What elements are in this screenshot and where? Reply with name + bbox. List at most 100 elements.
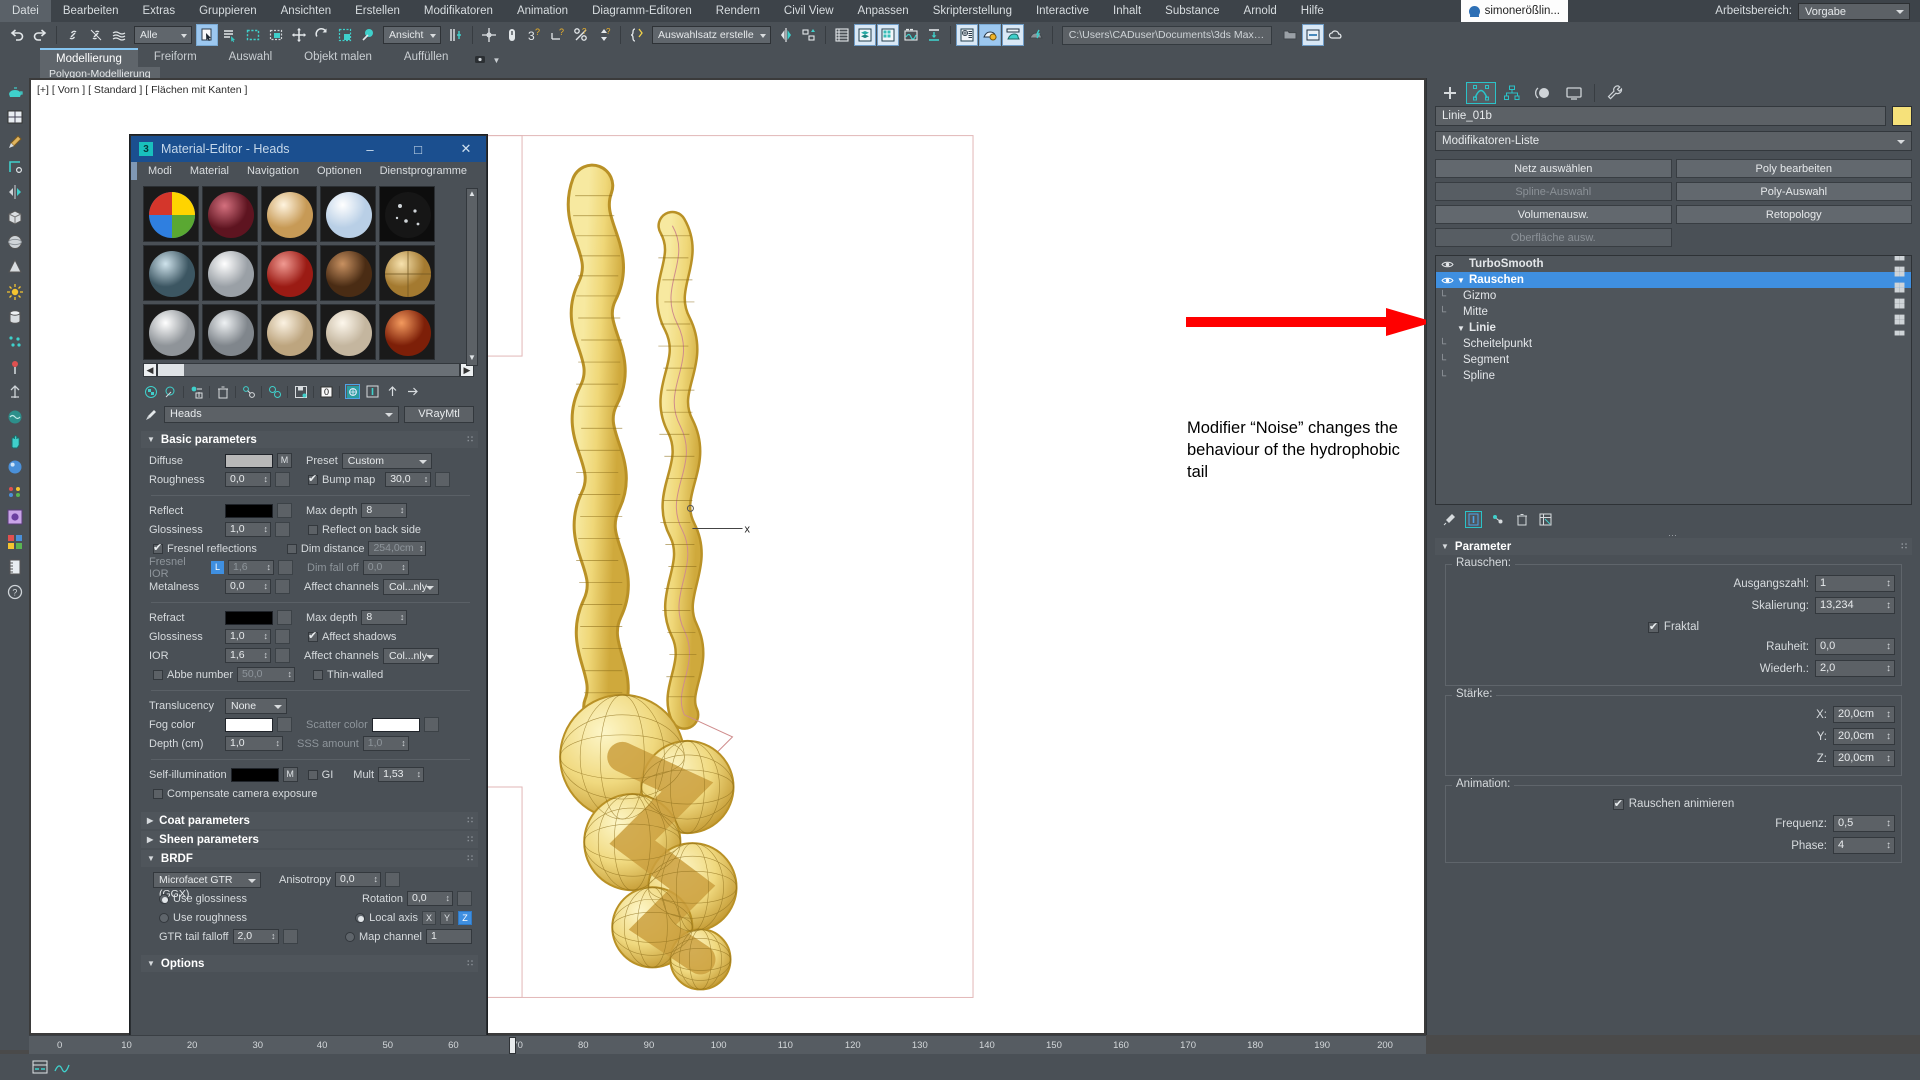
show-end-result-icon[interactable] xyxy=(365,384,380,399)
scroll-track[interactable] xyxy=(467,199,477,353)
scatter-color-map-slot[interactable] xyxy=(423,717,439,732)
metalness-spinner[interactable]: 0,0 xyxy=(225,579,271,594)
dim-falloff-spinner[interactable]: 0,0 xyxy=(362,560,409,575)
map-channel-spinner[interactable]: 1 xyxy=(426,929,472,944)
toggle-layer-explorer-icon[interactable] xyxy=(853,24,876,46)
modifier-stack[interactable]: TurboSmooth ■■ ■■ ▼ Rauschen ■■ ■■ └ Gizmo… xyxy=(1435,255,1912,505)
named-selection-sets-icon[interactable] xyxy=(626,24,648,46)
workspace-select[interactable]: Vorgabe xyxy=(1798,2,1910,20)
menu-item-anpassen[interactable]: Anpassen xyxy=(846,0,921,22)
gtr-tail-falloff-map-slot[interactable] xyxy=(282,929,298,944)
strength-y-spinner[interactable]: 20,0cm xyxy=(1833,728,1895,745)
select-by-name-icon[interactable] xyxy=(219,24,241,46)
rectangular-selection-region-icon[interactable] xyxy=(242,24,264,46)
material-slot[interactable] xyxy=(202,186,258,242)
unlink-selection-icon[interactable] xyxy=(85,24,107,46)
me-menu-optionen[interactable]: Optionen xyxy=(308,165,371,177)
project-folder-icon[interactable] xyxy=(1279,24,1301,46)
get-material-icon[interactable] xyxy=(143,384,158,399)
eyedropper-icon[interactable] xyxy=(143,407,159,423)
material-slot[interactable] xyxy=(261,304,317,360)
fractal-row[interactable]: Fraktal xyxy=(1452,620,1895,633)
bump-map-spinner[interactable]: 30,0 xyxy=(385,472,432,487)
reflect-color-swatch[interactable] xyxy=(225,503,273,518)
menu-item-diagramm-editoren[interactable]: Diagramm-Editoren xyxy=(580,0,704,22)
utilities-tab[interactable] xyxy=(1600,82,1630,104)
particles-icon[interactable] xyxy=(4,331,26,353)
ribbon-tab-auffuellen[interactable]: Auffüllen xyxy=(388,48,465,67)
select-and-rotate-icon[interactable] xyxy=(311,24,333,46)
teapot-primitive-icon[interactable] xyxy=(4,81,26,103)
stack-row-spline[interactable]: └ Spline xyxy=(1436,368,1911,384)
me-menu-material[interactable]: Material xyxy=(181,165,238,177)
refract-glossiness-map-slot[interactable] xyxy=(275,629,290,644)
fresnel-ior-map-slot[interactable] xyxy=(278,560,293,575)
refract-affect-channels-dropdown[interactable]: Col...nly xyxy=(383,647,440,664)
cylinder-primitive-icon[interactable] xyxy=(4,306,26,328)
close-icon[interactable]: ✕ xyxy=(446,136,486,162)
select-and-place-icon[interactable] xyxy=(357,24,379,46)
stack-row-rauschen[interactable]: ▼ Rauschen ■■ ■■ xyxy=(1436,269,1911,291)
hierarchy-tab[interactable] xyxy=(1497,82,1527,104)
box-primitive-icon[interactable] xyxy=(4,206,26,228)
self-illumination-color-swatch[interactable] xyxy=(230,767,279,782)
time-slider-handle[interactable] xyxy=(509,1037,516,1054)
autodesk-drive-icon[interactable] xyxy=(1301,24,1324,46)
material-slot-icon[interactable] xyxy=(4,506,26,528)
make-unique-icon[interactable] xyxy=(1489,511,1506,528)
material-slot[interactable] xyxy=(143,304,199,360)
reflect-glossiness-spinner[interactable]: 1,0 xyxy=(225,522,271,537)
hscroll-track[interactable] xyxy=(157,363,460,377)
eye-icon[interactable] xyxy=(1439,260,1455,269)
configure-modifier-sets-icon[interactable] xyxy=(1537,511,1554,528)
modifier-button-poly-bearbeiten[interactable]: Poly bearbeiten xyxy=(1675,159,1912,178)
scatter-color-swatch[interactable] xyxy=(371,717,420,732)
me-menu-dienstprogramme[interactable]: Dienstprogramme xyxy=(371,165,476,177)
ribbon-tab-objekt-malen[interactable]: Objekt malen xyxy=(288,48,388,67)
modify-tab[interactable] xyxy=(1466,81,1496,104)
pin-constraint-icon[interactable] xyxy=(4,356,26,378)
timeline-ruler[interactable]: 0 10 20 30 40 50 60 70 80 90 100 110 120… xyxy=(29,1035,1426,1054)
preset-dropdown[interactable]: Custom xyxy=(341,452,432,469)
help-icon[interactable]: ? xyxy=(4,581,26,603)
reflect-map-slot[interactable] xyxy=(277,503,292,518)
seed-spinner[interactable]: 1 xyxy=(1815,575,1895,592)
diffuse-map-button[interactable]: M xyxy=(277,453,292,468)
use-pivot-point-center-icon[interactable] xyxy=(445,24,467,46)
make-unique-icon[interactable] xyxy=(267,384,282,399)
color-palette-icon[interactable] xyxy=(4,481,26,503)
fresnel-checkbox[interactable] xyxy=(153,541,163,554)
sphere-primitive-icon[interactable] xyxy=(4,231,26,253)
fresnel-ior-spinner[interactable]: 1,6 xyxy=(228,560,274,575)
mirror-icon[interactable] xyxy=(775,24,797,46)
stack-row-linie[interactable]: ▼ Linie ■■ ■■ xyxy=(1436,317,1911,339)
bump-map-checkbox[interactable] xyxy=(308,472,318,485)
refract-glossiness-spinner[interactable]: 1,0 xyxy=(225,629,271,644)
cloth-modifier-icon[interactable] xyxy=(4,406,26,428)
menu-item-inhalt[interactable]: Inhalt xyxy=(1101,0,1153,22)
iterations-spinner[interactable]: 2,0 xyxy=(1815,660,1895,677)
parameter-rollout-header[interactable]: ▼ Parameter ∷ xyxy=(1435,538,1912,555)
menu-item-extras[interactable]: Extras xyxy=(130,0,187,22)
put-material-to-scene-icon[interactable] xyxy=(189,384,204,399)
diffuse-color-swatch[interactable] xyxy=(225,453,273,468)
menu-item-animation[interactable]: Animation xyxy=(505,0,580,22)
depth-spinner[interactable]: 1,0 xyxy=(225,736,283,751)
material-slot[interactable] xyxy=(379,304,435,360)
menu-item-ansichten[interactable]: Ansichten xyxy=(269,0,344,22)
mult-spinner[interactable]: 1,53 xyxy=(378,767,425,782)
me-menu-navigation[interactable]: Navigation xyxy=(238,165,308,177)
material-editor-icon[interactable] xyxy=(955,24,978,46)
fog-color-map-slot[interactable] xyxy=(277,717,292,732)
roughness-spinner[interactable]: 0,0 xyxy=(225,472,271,487)
material-editor-titlebar[interactable]: 3 Material-Editor - Heads ‒ □ ✕ xyxy=(131,136,486,162)
make-material-copy-icon[interactable] xyxy=(241,384,256,399)
material-slot[interactable] xyxy=(320,186,376,242)
thin-walled-checkbox[interactable] xyxy=(313,669,324,680)
ribbon-tab-auswahl[interactable]: Auswahl xyxy=(213,48,288,67)
axis-x-button[interactable]: X xyxy=(422,910,436,925)
material-slot[interactable] xyxy=(202,245,258,301)
coat-parameters-header[interactable]: ▶ Coat parameters ∷ xyxy=(141,812,478,829)
object-name-field[interactable]: Linie_01b xyxy=(1435,106,1886,126)
menu-item-skripterstellung[interactable]: Skripterstellung xyxy=(921,0,1024,22)
